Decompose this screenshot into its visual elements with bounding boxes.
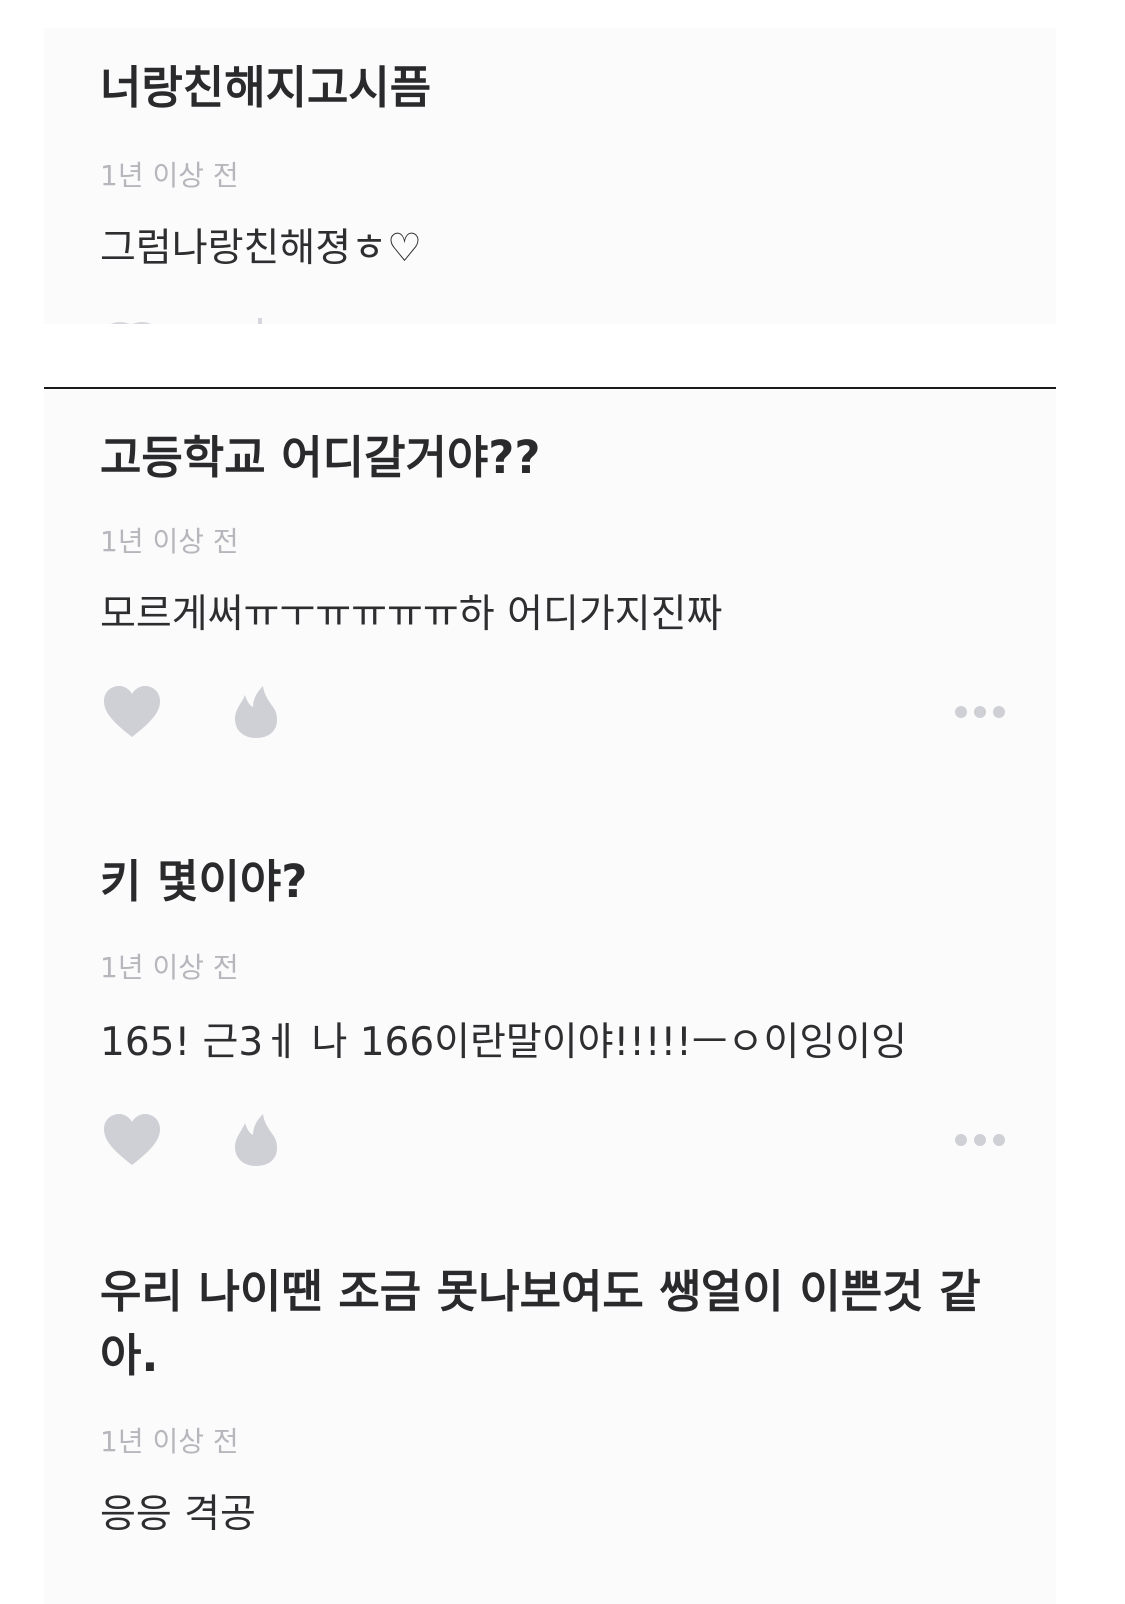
post-question: 너랑친해지고시픔 [100, 61, 432, 114]
post-timestamp: 1년 이상 전 [100, 1425, 239, 1458]
post-answer: 그럼나랑친해졍ㅎ♡ [100, 226, 423, 271]
post-question: 키 몇이야? [100, 855, 308, 908]
post-answer: 165! 근3ㅔ 나 166이란말이야!!!!!ㅡㅇ이잉이잉 [100, 1020, 908, 1065]
post-question: 고등학교 어디갈거야?? [100, 431, 541, 484]
like-button[interactable] [100, 1108, 164, 1172]
post-timestamp: 1년 이상 전 [100, 159, 239, 192]
post-question: 우리 나이땐 조금 못나보여도 쌩얼이 이쁜것 같아. [100, 1265, 981, 1382]
heart-icon [110, 318, 262, 324]
post-timestamp: 1년 이상 전 [100, 951, 239, 984]
post-actions [100, 680, 1056, 744]
actions-row-cut [100, 314, 300, 324]
post-actions [100, 1108, 1056, 1172]
heart-icon [104, 686, 160, 737]
heart-icon [104, 1114, 160, 1165]
post-answer: 응응 격공 [100, 1492, 256, 1537]
more-button[interactable] [944, 680, 1016, 744]
section-divider [44, 387, 1056, 389]
card-list: 고등학교 어디갈거야?? 1년 이상 전 모르게써ㅠㅜㅠㅠㅠㅠ하 어디가지진짜 [44, 390, 1056, 1604]
fire-button[interactable] [224, 1108, 288, 1172]
post-timestamp: 1년 이상 전 [100, 525, 239, 558]
more-dots-icon [955, 706, 1005, 718]
post-answer: 모르게써ㅠㅜㅠㅠㅠㅠ하 어디가지진짜 [100, 592, 723, 637]
fire-icon [235, 1114, 277, 1166]
more-dots-icon [955, 1134, 1005, 1146]
more-button[interactable] [944, 1108, 1016, 1172]
fire-icon [235, 686, 277, 738]
fire-button[interactable] [224, 680, 288, 744]
card-list-top: 너랑친해지고시픔 1년 이상 전 그럼나랑친해졍ㅎ♡ [44, 28, 1056, 324]
like-button[interactable] [100, 680, 164, 744]
